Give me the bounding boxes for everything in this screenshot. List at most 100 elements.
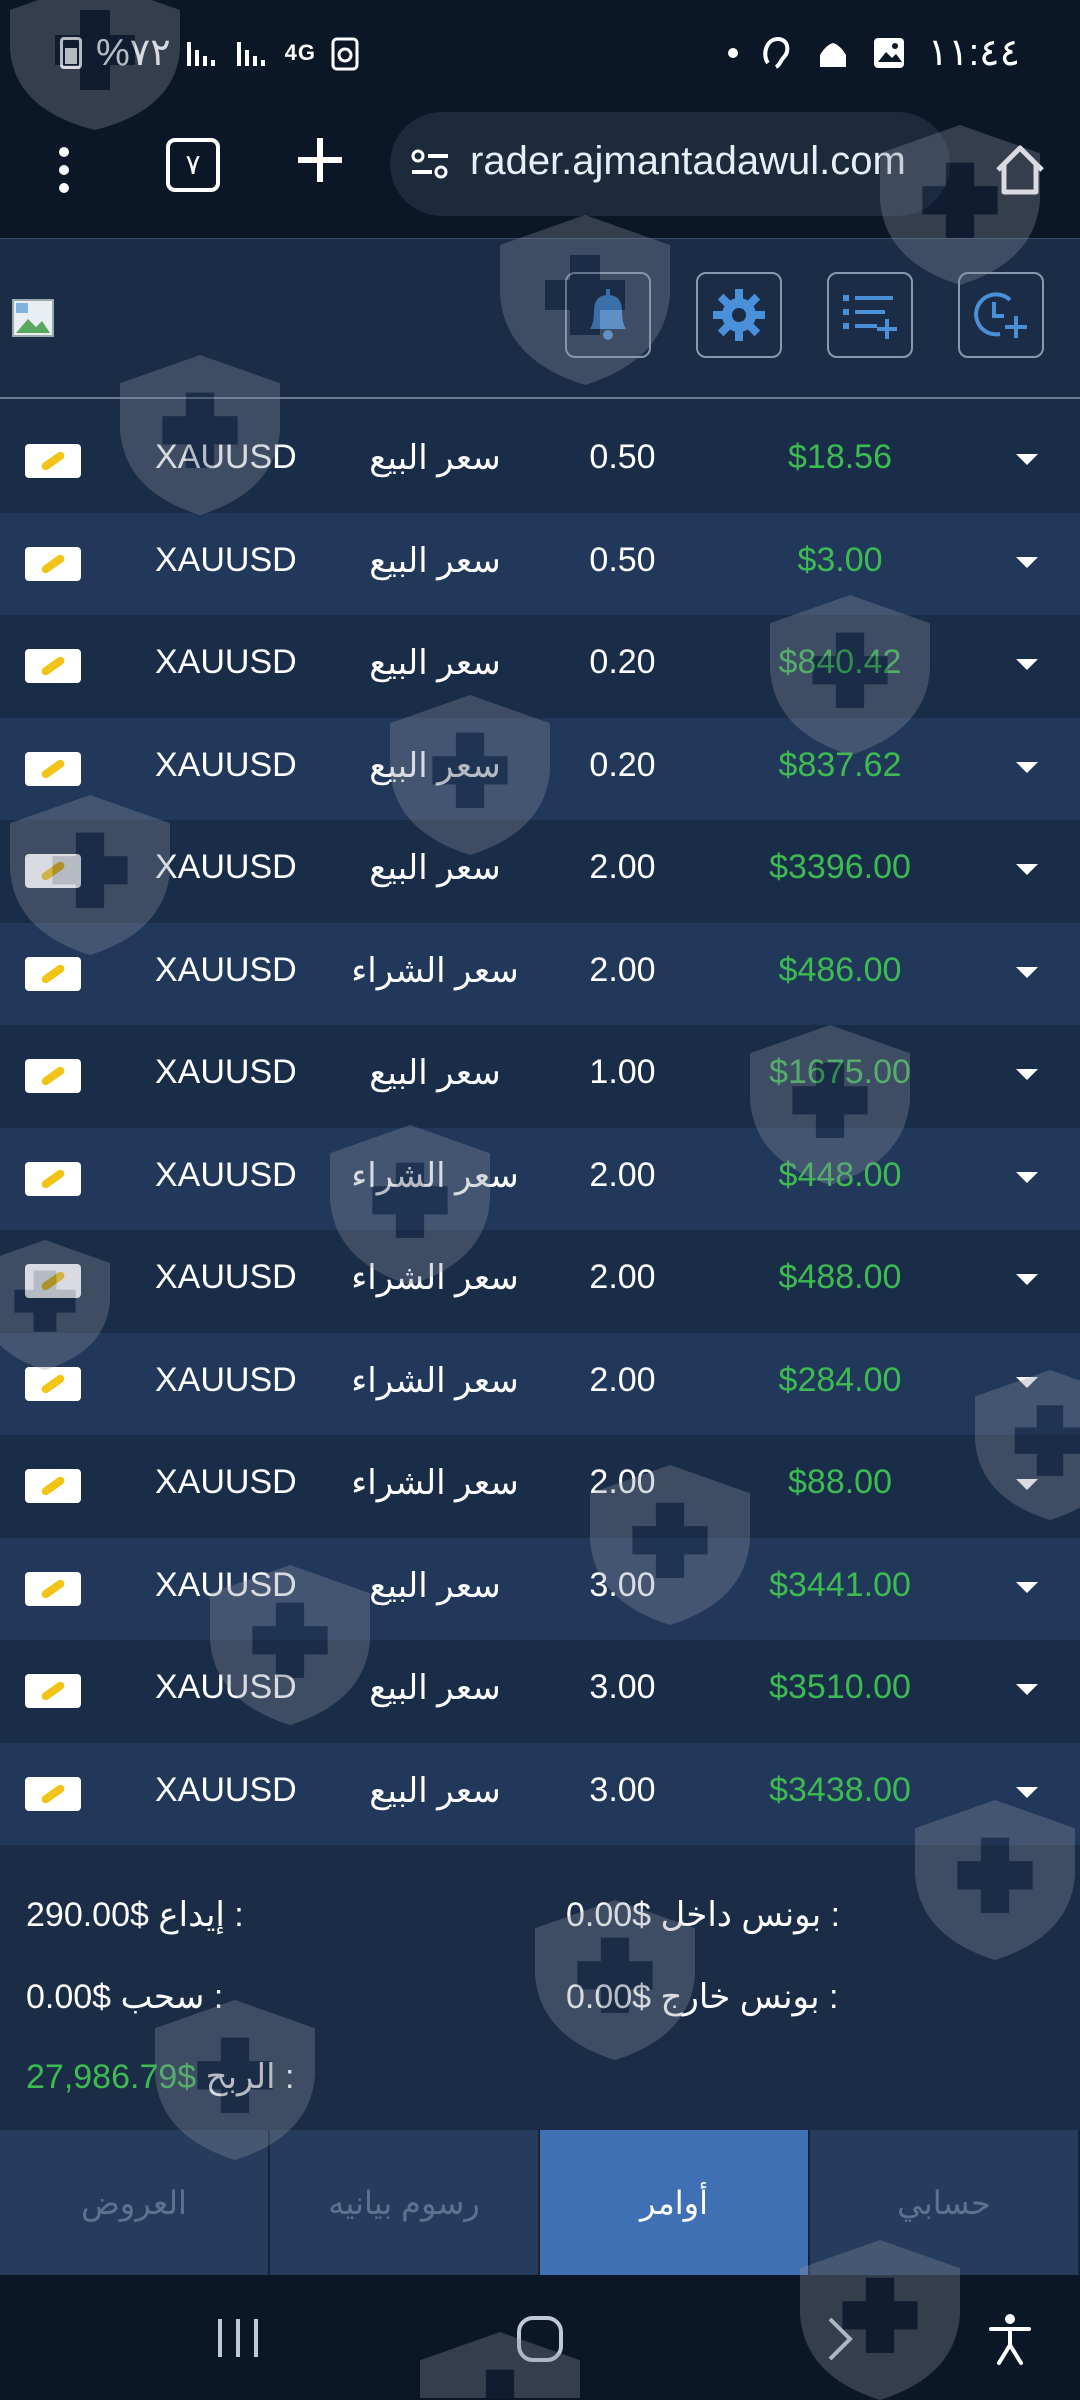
chevron-down-icon[interactable] xyxy=(1016,659,1038,670)
tab-offers[interactable]: العروض xyxy=(0,2130,270,2275)
notification-dot-icon xyxy=(727,47,738,58)
signal-icon xyxy=(186,41,215,66)
gold-bar-icon xyxy=(25,1571,81,1606)
order-lot: 3.00 xyxy=(589,1565,656,1604)
order-row[interactable]: XAUUSD سعر الشراء 2.00 $488.00 xyxy=(0,1230,1080,1333)
gold-bar-icon xyxy=(25,546,81,581)
profit-value: 27,986.79$ xyxy=(26,2058,197,2096)
order-amount: $840.42 xyxy=(778,643,902,681)
status-right: ١١:٤٤ xyxy=(727,30,1020,75)
chevron-down-icon[interactable] xyxy=(1016,966,1038,978)
gold-bar-icon xyxy=(25,1674,81,1708)
mosque-icon xyxy=(819,42,846,67)
hearing-icon xyxy=(763,36,790,69)
watchlist-add-button[interactable] xyxy=(827,272,913,358)
chevron-down-icon[interactable] xyxy=(1016,1274,1038,1285)
tabs-button[interactable]: ٧ xyxy=(166,138,220,192)
chevron-down-icon[interactable] xyxy=(1016,761,1038,773)
order-row[interactable]: XAUUSD سعر البيع 0.50 $3.00 xyxy=(0,512,1080,615)
chevron-down-icon[interactable] xyxy=(1016,1786,1038,1798)
order-lot: 0.20 xyxy=(589,745,656,784)
tab-orders[interactable]: أوامر xyxy=(540,2130,810,2275)
deposit-line: 290.00$ إيداع : xyxy=(26,1895,244,1935)
address-bar[interactable]: rader.ajmantadawul.com xyxy=(390,112,950,216)
broken-image-icon xyxy=(12,299,54,337)
browser-toolbar: ٧ rader.ajmantadawul.com xyxy=(0,110,1080,238)
chevron-down-icon[interactable] xyxy=(1016,1069,1038,1080)
chevron-down-icon[interactable] xyxy=(1016,1581,1038,1593)
order-row[interactable]: XAUUSD سعر البيع 1.00 $1675.00 xyxy=(0,1025,1080,1128)
chevron-down-icon[interactable] xyxy=(1016,1171,1038,1183)
order-lot: 2.00 xyxy=(589,1360,656,1399)
order-row[interactable]: XAUUSD سعر البيع 2.00 $3396.00 xyxy=(0,820,1080,923)
order-symbol: XAUUSD xyxy=(155,1155,297,1194)
tab-account[interactable]: حسابي xyxy=(810,2130,1080,2275)
new-tab-button[interactable] xyxy=(290,130,350,200)
order-row[interactable]: XAUUSD سعر البيع 0.50 $18.56 xyxy=(0,410,1080,513)
order-symbol: XAUUSD xyxy=(155,1258,297,1296)
chevron-down-icon[interactable] xyxy=(1016,1479,1038,1490)
chevron-down-icon[interactable] xyxy=(1016,1684,1038,1695)
order-amount: $284.00 xyxy=(778,1360,902,1399)
tab-charts[interactable]: رسوم بيانيه xyxy=(270,2130,540,2275)
order-row[interactable]: XAUUSD سعر البيع 0.20 $837.62 xyxy=(0,717,1080,820)
battery-level: %٧٢ xyxy=(96,32,171,74)
home-nav-icon[interactable] xyxy=(514,2313,566,2365)
order-side: سعر البيع xyxy=(369,541,501,580)
order-side: سعر الشراء xyxy=(351,951,519,990)
order-lot: 2.00 xyxy=(589,1463,656,1501)
order-row[interactable]: XAUUSD سعر البيع 3.00 $3438.00 xyxy=(0,1742,1080,1845)
browser-menu-button[interactable] xyxy=(48,140,80,200)
recent-apps-icon[interactable] xyxy=(210,2315,266,2361)
order-symbol: XAUUSD xyxy=(155,1463,297,1501)
order-row[interactable]: XAUUSD سعر الشراء 2.00 $448.00 xyxy=(0,1127,1080,1230)
site-settings-icon[interactable] xyxy=(410,144,450,184)
settings-button[interactable] xyxy=(696,272,782,358)
account-summary: 290.00$ إيداع : 0.00$ سحب : 27,986.79$ ا… xyxy=(0,1845,1080,2130)
bonus-in-label: بونس داخل : xyxy=(660,1896,841,1934)
order-side: سعر الشراء xyxy=(351,1464,519,1502)
gold-bar-icon xyxy=(25,1161,81,1196)
order-row[interactable]: XAUUSD سعر البيع 0.20 $840.42 xyxy=(0,615,1080,718)
order-row[interactable]: XAUUSD سعر الشراء 2.00 $284.00 xyxy=(0,1332,1080,1435)
notifications-button[interactable] xyxy=(565,272,651,358)
order-side: سعر الشراء xyxy=(351,1259,519,1297)
order-lot: 3.00 xyxy=(589,1668,656,1706)
gold-bar-icon xyxy=(25,1776,81,1811)
chevron-down-icon[interactable] xyxy=(1016,556,1038,568)
bonus-out-label: بونس خارج : xyxy=(660,1978,839,2016)
url-text: rader.ajmantadawul.com xyxy=(470,139,906,183)
app-header xyxy=(0,238,1080,399)
order-side: سعر الشراء xyxy=(351,1361,519,1400)
order-row[interactable]: XAUUSD سعر الشراء 2.00 $88.00 xyxy=(0,1435,1080,1538)
system-nav-bar xyxy=(0,2275,1080,2400)
image-icon xyxy=(873,37,904,68)
chevron-down-icon[interactable] xyxy=(1016,454,1038,465)
accessibility-icon[interactable] xyxy=(985,2311,1035,2367)
bottom-tabs: العروض رسوم بيانيه أوامر حسابي xyxy=(0,2130,1080,2275)
order-lot: 0.50 xyxy=(589,540,656,579)
order-symbol: XAUUSD xyxy=(155,1053,297,1091)
order-symbol: XAUUSD xyxy=(155,1770,297,1809)
profit-line: 27,986.79$ الربح : xyxy=(26,2057,295,2097)
gold-bar-icon xyxy=(25,854,81,888)
chevron-down-icon[interactable] xyxy=(1016,864,1038,875)
gold-bar-icon xyxy=(25,1264,81,1298)
order-row[interactable]: XAUUSD سعر البيع 3.00 $3510.00 xyxy=(0,1640,1080,1743)
signal-icon-2 xyxy=(236,41,265,66)
list-add-icon xyxy=(843,295,897,339)
order-side: سعر البيع xyxy=(369,439,501,477)
order-row[interactable]: XAUUSD سعر الشراء 2.00 $486.00 xyxy=(0,922,1080,1025)
battery-icon xyxy=(60,36,82,69)
home-icon[interactable] xyxy=(990,140,1050,200)
order-row[interactable]: XAUUSD سعر البيع 3.00 $3441.00 xyxy=(0,1537,1080,1640)
back-icon[interactable] xyxy=(820,2315,860,2363)
chevron-down-icon[interactable] xyxy=(1016,1376,1038,1388)
order-side: سعر البيع xyxy=(369,1771,501,1810)
clock: ١١:٤٤ xyxy=(927,32,1020,74)
gold-bar-icon xyxy=(25,1059,81,1093)
new-order-button[interactable] xyxy=(958,272,1044,358)
order-side: سعر البيع xyxy=(369,1566,501,1605)
more-vertical-icon xyxy=(59,147,69,193)
order-amount: $448.00 xyxy=(778,1155,902,1194)
